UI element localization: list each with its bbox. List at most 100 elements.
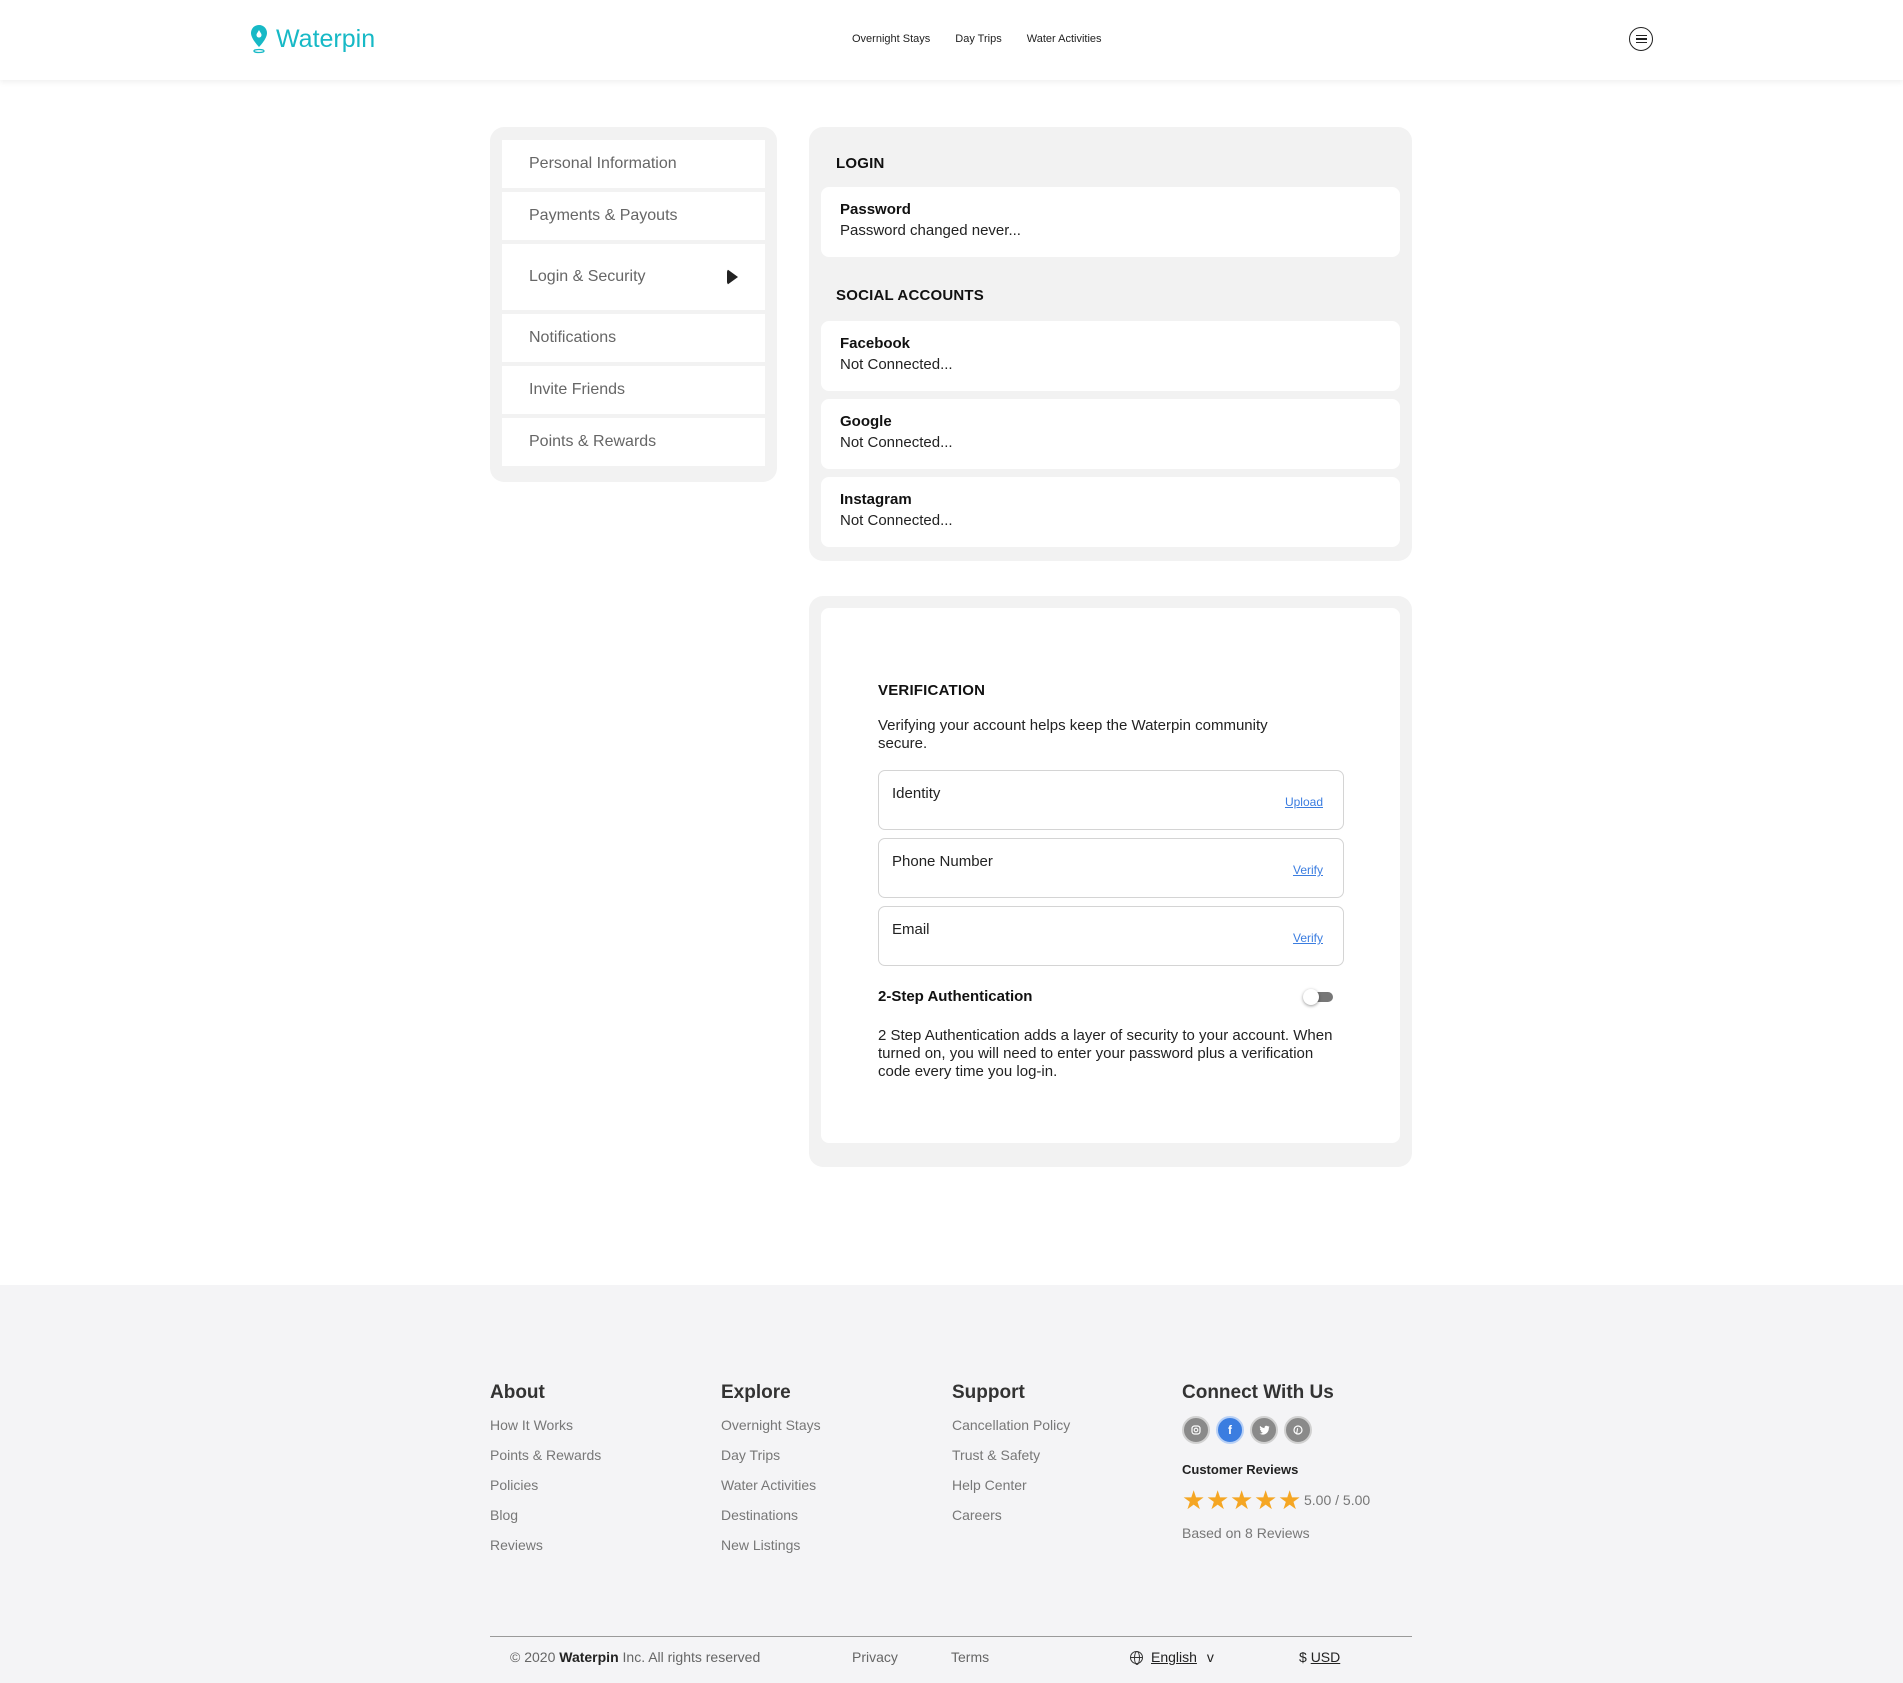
email-label: Email: [892, 921, 930, 938]
footer-link-reviews[interactable]: Reviews: [490, 1536, 601, 1566]
toggle-knob: [1303, 988, 1319, 1005]
verification-panel: VERIFICATION Verifying your account help…: [809, 596, 1412, 1167]
rating-stars: ★ ★ ★ ★ ★ 5.00 / 5.00: [1182, 1485, 1371, 1515]
sidebar-item-label: Personal Information: [529, 155, 677, 172]
logo-text: Waterpin: [276, 24, 376, 53]
verification-description: Verifying your account helps keep the Wa…: [878, 717, 1268, 752]
identity-row: Identity Upload: [878, 770, 1344, 830]
facebook-status: Not Connected...: [840, 356, 953, 373]
sidebar-item-points-rewards[interactable]: Points & Rewards: [502, 418, 765, 466]
identity-upload-link[interactable]: Upload: [1285, 795, 1323, 809]
rating-value: 5.00 / 5.00: [1304, 1492, 1371, 1508]
footer-link-careers[interactable]: Careers: [952, 1506, 1070, 1536]
footer-connect-title: Connect With Us: [1182, 1382, 1334, 1403]
waterpin-logo[interactable]: Waterpin: [250, 24, 375, 54]
star-icon: ★: [1206, 1485, 1230, 1515]
footer-link-water-activities[interactable]: Water Activities: [721, 1476, 821, 1506]
customer-reviews-title: Customer Reviews: [1182, 1462, 1299, 1477]
footer-link-how-it-works[interactable]: How It Works: [490, 1416, 601, 1446]
footer-about-column: About How It Works Points & Rewards Poli…: [490, 1382, 601, 1566]
site-footer: About How It Works Points & Rewards Poli…: [0, 1285, 1903, 1683]
footer-explore-title: Explore: [721, 1382, 791, 1403]
star-icon: ★: [1254, 1485, 1278, 1515]
sidebar-item-personal-information[interactable]: Personal Information: [502, 140, 765, 188]
sidebar-item-label: Login & Security: [529, 268, 646, 285]
two-step-title: 2-Step Authentication: [878, 988, 1033, 1005]
footer-link-trust-safety[interactable]: Trust & Safety: [952, 1446, 1070, 1476]
verification-heading: VERIFICATION: [878, 682, 986, 699]
nav-link-day-trips[interactable]: Day Trips: [955, 33, 1001, 45]
copyright-suffix: Inc. All rights reserved: [622, 1649, 761, 1665]
footer-link-policies[interactable]: Policies: [490, 1476, 601, 1506]
terms-link[interactable]: Terms: [951, 1649, 989, 1665]
sidebar-item-notifications[interactable]: Notifications: [502, 314, 765, 362]
twitter-icon[interactable]: [1250, 1416, 1278, 1444]
pinterest-icon[interactable]: [1284, 1416, 1312, 1444]
instagram-card[interactable]: Instagram Not Connected...: [821, 477, 1400, 547]
sidebar-item-label: Notifications: [529, 329, 617, 346]
login-heading: LOGIN: [836, 155, 885, 172]
password-card[interactable]: Password Password changed never...: [821, 187, 1400, 257]
star-icon: ★: [1278, 1485, 1302, 1515]
footer-support-column: Support Cancellation Policy Trust & Safe…: [952, 1382, 1070, 1536]
nav-link-overnight-stays[interactable]: Overnight Stays: [852, 33, 930, 45]
phone-number-label: Phone Number: [892, 853, 993, 870]
nav-link-water-activities[interactable]: Water Activities: [1027, 33, 1102, 45]
google-card[interactable]: Google Not Connected...: [821, 399, 1400, 469]
sidebar-item-label: Invite Friends: [529, 381, 626, 398]
copyright-prefix: © 2020: [510, 1649, 556, 1665]
email-verify-link[interactable]: Verify: [1293, 931, 1323, 945]
footer-link-help-center[interactable]: Help Center: [952, 1476, 1070, 1506]
currency-label: USD: [1310, 1649, 1341, 1665]
globe-icon: [1130, 1651, 1143, 1665]
footer-link-new-listings[interactable]: New Listings: [721, 1536, 821, 1566]
two-step-row: 2-Step Authentication: [878, 988, 1344, 1005]
top-header: Waterpin Overnight Stays Day Trips Water…: [0, 0, 1903, 80]
currency-selector[interactable]: $ USD: [1299, 1649, 1340, 1665]
star-icon: ★: [1230, 1485, 1254, 1515]
facebook-icon[interactable]: f: [1216, 1416, 1244, 1444]
two-step-description: 2 Step Authentication adds a layer of se…: [878, 1027, 1333, 1080]
instagram-title: Instagram: [840, 491, 912, 508]
sidebar-item-payments-payouts[interactable]: Payments & Payouts: [502, 192, 765, 240]
sidebar-item-invite-friends[interactable]: Invite Friends: [502, 366, 765, 414]
facebook-title: Facebook: [840, 335, 911, 352]
footer-explore-column: Explore Overnight Stays Day Trips Water …: [721, 1382, 821, 1566]
social-accounts-heading: SOCIAL ACCOUNTS: [836, 287, 985, 304]
water-drop-pin-icon: [251, 25, 267, 54]
instagram-status: Not Connected...: [840, 512, 953, 529]
copyright: © 2020 Waterpin Inc. All rights reserved: [510, 1649, 760, 1665]
footer-link-points-rewards[interactable]: Points & Rewards: [490, 1446, 601, 1476]
phone-number-row: Phone Number Verify: [878, 838, 1344, 898]
phone-verify-link[interactable]: Verify: [1293, 863, 1323, 877]
facebook-card[interactable]: Facebook Not Connected...: [821, 321, 1400, 391]
identity-label: Identity: [892, 785, 941, 802]
footer-link-day-trips[interactable]: Day Trips: [721, 1446, 821, 1476]
password-title: Password: [840, 201, 911, 218]
footer-support-title: Support: [952, 1382, 1025, 1403]
currency-symbol: $: [1299, 1649, 1307, 1665]
active-arrow-icon: [727, 269, 738, 285]
email-row: Email Verify: [878, 906, 1344, 966]
login-panel: LOGIN Password Password changed never...…: [809, 127, 1412, 561]
language-selector[interactable]: English v: [1130, 1649, 1214, 1665]
star-icon: ★: [1182, 1485, 1206, 1515]
footer-link-cancellation-policy[interactable]: Cancellation Policy: [952, 1416, 1070, 1446]
footer-link-overnight-stays[interactable]: Overnight Stays: [721, 1416, 821, 1446]
sidebar-item-login-security[interactable]: Login & Security: [502, 244, 765, 310]
instagram-icon[interactable]: [1182, 1416, 1210, 1444]
based-on-reviews: Based on 8 Reviews: [1182, 1525, 1310, 1541]
google-title: Google: [840, 413, 892, 430]
hamburger-menu-icon[interactable]: [1629, 27, 1653, 51]
footer-link-blog[interactable]: Blog: [490, 1506, 601, 1536]
google-status: Not Connected...: [840, 434, 953, 451]
sidebar-item-label: Points & Rewards: [529, 433, 657, 450]
footer-link-destinations[interactable]: Destinations: [721, 1506, 821, 1536]
privacy-link[interactable]: Privacy: [852, 1649, 898, 1665]
password-status: Password changed never...: [840, 222, 1021, 239]
footer-connect-column: Connect With Us f Customer Reviews ★ ★ ★…: [1182, 1382, 1370, 1541]
footer-divider: [490, 1636, 1412, 1637]
language-label: English: [1151, 1649, 1197, 1665]
two-step-toggle[interactable]: [1303, 988, 1335, 1005]
account-sidebar: Personal Information Payments & Payouts …: [490, 127, 777, 482]
